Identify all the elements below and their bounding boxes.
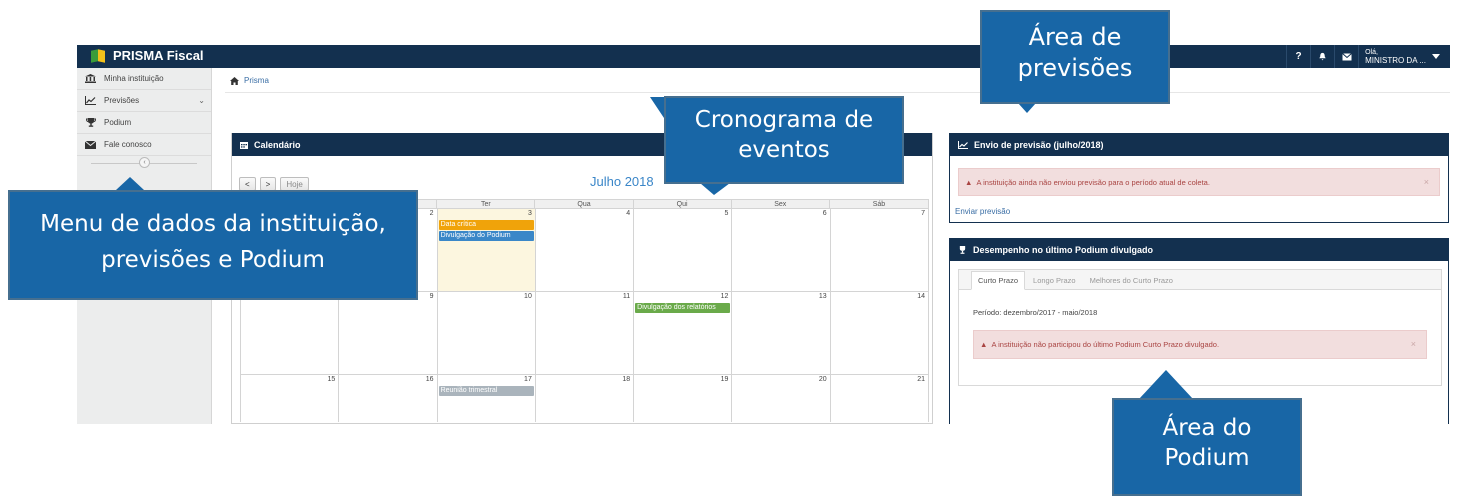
callout-cronograma-eventos: Cronograma de eventos — [664, 96, 904, 184]
callout-menu-dados: Menu de dados da instituição, previsões … — [8, 190, 418, 300]
callout-text: previsões — [1017, 54, 1133, 83]
callout-area-podium: Área do Podium — [1112, 398, 1302, 496]
callout-text: eventos — [738, 136, 830, 163]
callout-text: Cronograma de — [694, 107, 874, 133]
callout-text: previsões e Podium — [101, 246, 325, 273]
callout-area-previsoes: Área de previsões — [980, 10, 1170, 104]
callout-text: Área do — [1162, 415, 1252, 441]
callout-text: Menu de dados da instituição, — [40, 211, 386, 237]
callout-text: Podium — [1164, 444, 1250, 471]
callout-text: Área de — [1028, 23, 1122, 51]
